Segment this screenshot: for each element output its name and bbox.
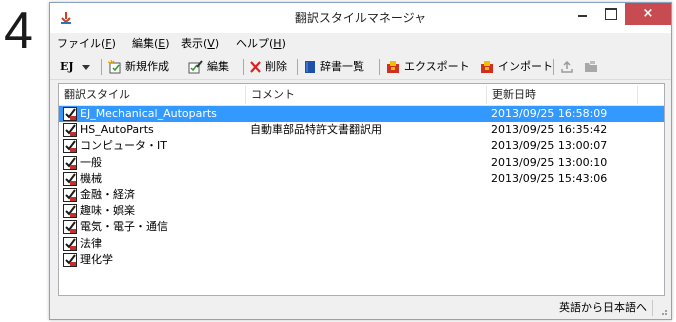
folder-button[interactable] bbox=[584, 57, 600, 77]
table-row[interactable]: 一般 2013/09/25 13:00:10 bbox=[59, 155, 664, 171]
delete-icon bbox=[250, 61, 261, 73]
style-name: 金融・経済 bbox=[80, 187, 135, 201]
import-button[interactable]: インポート bbox=[480, 57, 553, 77]
maximize-button[interactable] bbox=[597, 3, 624, 25]
table-row[interactable]: コンピュータ・IT 2013/09/25 13:00:07 bbox=[59, 138, 664, 154]
upload-button[interactable] bbox=[560, 57, 576, 77]
direction-dropdown[interactable]: EJ bbox=[60, 57, 100, 77]
dictionary-list-button[interactable]: 辞書一覧 bbox=[304, 57, 376, 77]
style-document-icon bbox=[63, 204, 77, 219]
step-number: 4 bbox=[4, 2, 33, 60]
folder-icon bbox=[585, 61, 597, 72]
export-label: エクスポート bbox=[404, 60, 470, 73]
style-comment: 自動車部品特許文書翻訳用 bbox=[250, 123, 382, 137]
list-body: EJ_Mechanical_Autoparts 2013/09/25 16:58:… bbox=[59, 106, 664, 268]
style-name: 趣味・娯楽 bbox=[80, 204, 135, 218]
style-document-icon bbox=[63, 123, 77, 138]
delete-label: 削除 bbox=[265, 60, 287, 73]
menu-bar: ファイル(F) 編集(E) 表示(V) ヘルプ(H) bbox=[50, 33, 671, 54]
direction-label: EJ bbox=[60, 60, 74, 73]
style-name: 電気・電子・通信 bbox=[80, 220, 168, 234]
style-updated: 2013/09/25 13:00:07 bbox=[491, 139, 608, 153]
close-button[interactable]: × bbox=[625, 3, 671, 25]
translation-style-list[interactable]: 翻訳スタイル コメント 更新日時 EJ_Mechanical_Autoparts… bbox=[58, 83, 665, 296]
column-header-comment[interactable]: コメント bbox=[246, 84, 486, 106]
table-row[interactable]: 金融・経済 bbox=[59, 187, 664, 203]
edit-button[interactable]: 編集 bbox=[188, 57, 240, 77]
edit-label: 編集 bbox=[207, 60, 229, 73]
dictionary-list-label: 辞書一覧 bbox=[320, 60, 364, 73]
style-name: HS_AutoParts bbox=[80, 123, 154, 137]
style-name: コンピュータ・IT bbox=[80, 139, 167, 153]
column-divider[interactable] bbox=[637, 86, 638, 104]
chevron-down-icon bbox=[82, 65, 90, 70]
style-name: 一般 bbox=[80, 155, 102, 169]
style-document-icon bbox=[63, 139, 77, 154]
table-row[interactable]: 機械 2013/09/25 15:43:06 bbox=[59, 171, 664, 187]
close-icon: × bbox=[642, 6, 654, 21]
toolbar-separator bbox=[101, 59, 102, 75]
minimize-button[interactable] bbox=[569, 3, 596, 25]
style-document-icon bbox=[63, 187, 77, 202]
style-name: EJ_Mechanical_Autoparts bbox=[80, 107, 217, 120]
style-name: 機械 bbox=[80, 171, 102, 185]
table-row[interactable]: 法律 bbox=[59, 236, 664, 252]
style-document-icon bbox=[63, 171, 77, 186]
style-updated: 2013/09/25 16:35:42 bbox=[491, 123, 608, 137]
table-row[interactable]: 趣味・娯楽 bbox=[59, 203, 664, 219]
edit-icon bbox=[188, 60, 203, 74]
table-row[interactable]: HS_AutoParts 自動車部品特許文書翻訳用 2013/09/25 16:35… bbox=[59, 122, 664, 138]
toolbar-separator bbox=[243, 59, 244, 75]
translation-direction-status: 英語から日本語へ bbox=[559, 301, 647, 314]
column-header-updated[interactable]: 更新日時 bbox=[487, 84, 637, 106]
style-document-icon bbox=[63, 252, 77, 267]
column-header-style[interactable]: 翻訳スタイル bbox=[59, 84, 245, 106]
import-icon bbox=[481, 61, 493, 73]
menu-view[interactable]: 表示(V) bbox=[181, 33, 219, 54]
style-document-icon bbox=[63, 236, 77, 251]
status-bar: 英語から日本語へ bbox=[50, 297, 671, 319]
style-document-icon bbox=[63, 155, 77, 170]
table-row[interactable]: 理化学 bbox=[59, 252, 664, 268]
new-icon bbox=[108, 60, 121, 74]
style-name: 理化学 bbox=[80, 252, 113, 266]
status-separator bbox=[652, 300, 653, 316]
new-button[interactable]: 新規作成 bbox=[108, 57, 180, 77]
toolbar-separator bbox=[297, 59, 298, 75]
toolbar-separator bbox=[379, 59, 380, 75]
toolbar-separator bbox=[553, 59, 554, 75]
import-label: インポート bbox=[498, 60, 553, 73]
menu-file[interactable]: ファイル(F) bbox=[57, 33, 116, 54]
style-updated: 2013/09/25 15:43:06 bbox=[491, 171, 608, 185]
table-row[interactable]: 電気・電子・通信 bbox=[59, 219, 664, 235]
resize-grip-icon[interactable] bbox=[658, 306, 668, 316]
title-bar[interactable]: 翻訳スタイルマネージャ × bbox=[50, 3, 671, 33]
menu-help[interactable]: ヘルプ(H) bbox=[236, 33, 286, 54]
toolbar: EJ 新規作成 編集 削除 辞書一覧 エクスポート インポート bbox=[50, 54, 671, 80]
new-label: 新規作成 bbox=[125, 60, 169, 73]
export-button[interactable]: エクスポート bbox=[386, 57, 476, 77]
dictionary-icon bbox=[305, 61, 315, 73]
style-document-icon bbox=[63, 107, 77, 121]
style-manager-window: 翻訳スタイルマネージャ × ファイル(F) 編集(E) 表示(V) ヘルプ(H)… bbox=[49, 2, 672, 320]
delete-button[interactable]: 削除 bbox=[249, 57, 295, 77]
style-updated: 2013/09/25 13:00:10 bbox=[491, 155, 608, 169]
table-row[interactable]: EJ_Mechanical_Autoparts 2013/09/25 16:58:… bbox=[59, 106, 664, 123]
style-updated: 2013/09/25 16:58:09 bbox=[491, 107, 608, 120]
style-document-icon bbox=[63, 220, 77, 235]
export-icon bbox=[387, 61, 399, 73]
list-header: 翻訳スタイル コメント 更新日時 bbox=[59, 84, 664, 106]
style-name: 法律 bbox=[80, 236, 102, 250]
menu-edit[interactable]: 編集(E) bbox=[132, 33, 170, 54]
upload-icon bbox=[561, 60, 573, 73]
